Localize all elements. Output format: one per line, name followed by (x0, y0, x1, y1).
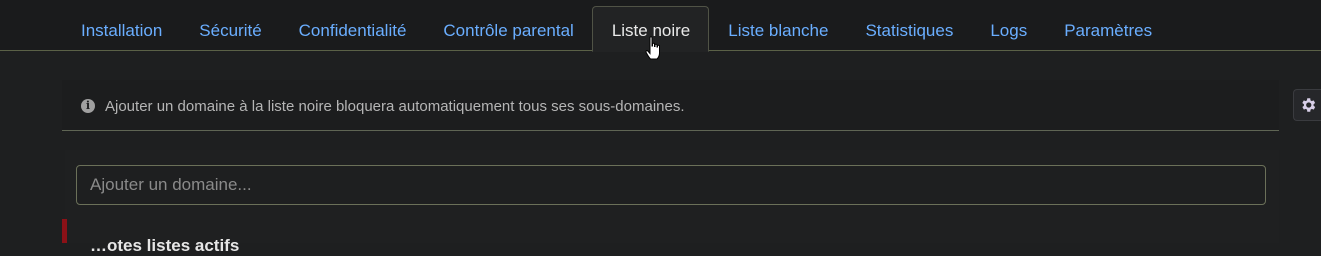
tab-logs[interactable]: Logs (971, 6, 1045, 50)
tab-statistiques[interactable]: Statistiques (846, 6, 971, 50)
add-domain-card (65, 150, 1279, 243)
blacklist-panel: i Ajouter un domaine à la liste noire bl… (62, 80, 1279, 243)
tab-list: Installation Sécurité Confidentialité Co… (62, 6, 1170, 52)
section-heading: …otes listes actifs (90, 236, 240, 255)
info-notice: i Ajouter un domaine à la liste noire bl… (62, 80, 1279, 131)
tab-confidentialite[interactable]: Confidentialité (280, 6, 425, 50)
tab-controle-parental[interactable]: Contrôle parental (424, 6, 591, 50)
settings-side-button[interactable] (1293, 89, 1321, 121)
gear-icon (1301, 98, 1315, 112)
info-text: Ajouter un domaine à la liste noire bloq… (105, 98, 685, 115)
hand-cursor-icon (645, 36, 660, 60)
tab-installation[interactable]: Installation (62, 6, 180, 50)
tab-parametres[interactable]: Paramètres (1045, 6, 1170, 50)
tab-securite[interactable]: Sécurité (180, 6, 279, 50)
section-accent-bar (62, 219, 67, 243)
info-icon: i (81, 99, 95, 113)
tab-liste-blanche[interactable]: Liste blanche (709, 6, 846, 50)
add-domain-input[interactable] (76, 165, 1266, 205)
